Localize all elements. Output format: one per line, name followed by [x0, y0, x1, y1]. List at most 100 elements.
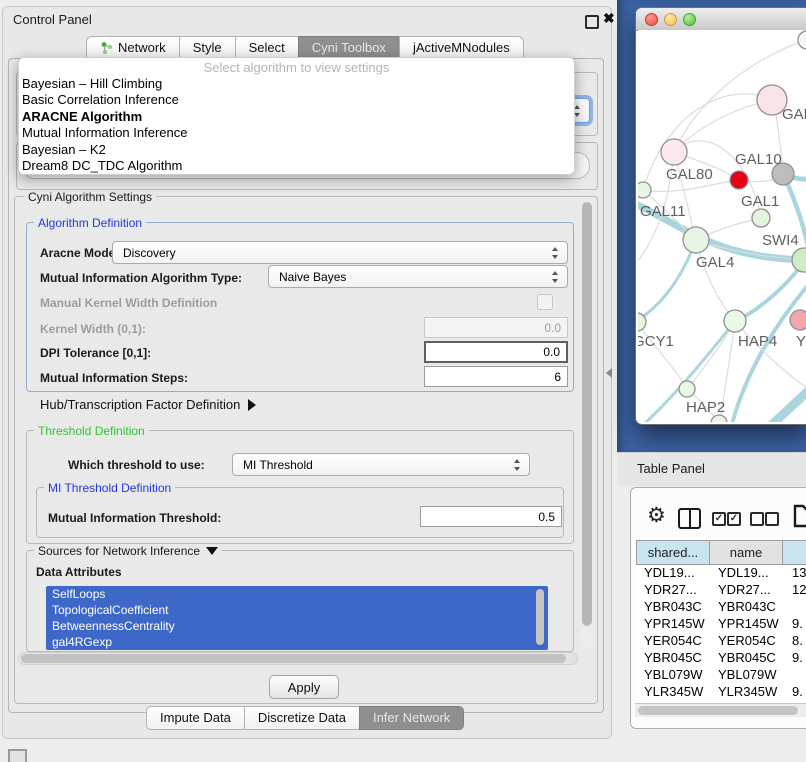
chevron-up-down-icon	[552, 247, 559, 259]
tab-style[interactable]: Style	[179, 36, 236, 59]
algorithm-option-mutual-information-inference[interactable]: Mutual Information Inference	[19, 125, 574, 141]
table-cell: YLR345W	[637, 684, 711, 701]
network-node-gal80[interactable]	[661, 139, 687, 165]
zoom-window-icon[interactable]	[683, 13, 696, 26]
table-cell: 13	[785, 565, 806, 582]
cyni-settings-title: Cyni Algorithm Settings	[24, 190, 156, 204]
tab-jactivemnodules[interactable]: jActiveMNodules	[399, 36, 524, 59]
tab-select[interactable]: Select	[235, 36, 299, 59]
page-icon[interactable]	[793, 504, 806, 533]
algorithm-option-basic-correlation-inference[interactable]: Basic Correlation Inference	[19, 92, 574, 108]
node-label-gcy1: GCY1	[638, 333, 674, 350]
table-cell: YDL19...	[711, 565, 785, 582]
deselect-all-icon-2[interactable]	[765, 512, 779, 526]
network-node-gal1[interactable]	[752, 209, 770, 227]
network-edge[interactable]	[766, 384, 806, 422]
select-all-icon-2[interactable]: ✓	[727, 512, 741, 526]
aracne-mode-label: Aracne Mode:	[40, 246, 119, 260]
network-node-gal4[interactable]	[683, 227, 709, 253]
table-toolbar: ⚙ ✓ ✓	[631, 488, 806, 536]
table-cell: YER054C	[711, 633, 785, 650]
table-row[interactable]: YER054CYER054C8.	[637, 633, 806, 650]
table-row[interactable]: YBL079WYBL079W	[637, 667, 806, 684]
table-cell: YPR145W	[637, 616, 711, 633]
table-cell: YBL079W	[711, 667, 785, 684]
settings-gear-icon[interactable]: ⚙	[647, 505, 666, 526]
attribute-item-betweennesscentrality[interactable]: BetweennessCentrality	[46, 618, 548, 634]
sources-group-toggle[interactable]: Sources for Network Inference	[34, 544, 222, 558]
algorithm-option-dream8-dc-tdc-algorithm[interactable]: Dream8 DC_TDC Algorithm	[19, 158, 574, 174]
network-window-titlebar[interactable]	[636, 8, 806, 31]
table-cell: 12	[785, 582, 806, 599]
algorithm-option-bayesian-hill-climbing[interactable]: Bayesian – Hill Climbing	[19, 76, 574, 92]
table-cell: YBR043C	[711, 599, 785, 616]
settings-v-scrollbar[interactable]	[581, 200, 594, 648]
attributes-list-scrollbar[interactable]	[536, 588, 545, 648]
table-row[interactable]: YBR045CYBR045C9.	[637, 650, 806, 667]
splitter-collapse-icon[interactable]	[606, 368, 612, 378]
deselect-all-icon[interactable]	[750, 512, 764, 526]
table-cell	[785, 599, 806, 616]
mi-steps-field[interactable]: 6	[424, 366, 568, 387]
network-edge[interactable]	[638, 240, 696, 322]
manual-kernel-checkbox[interactable]	[537, 294, 553, 310]
column-header-name[interactable]: name	[709, 540, 783, 565]
attribute-item-topologicalcoefficient[interactable]: TopologicalCoefficient	[46, 602, 548, 618]
settings-h-scrollbar[interactable]	[18, 652, 578, 665]
network-node-gal11[interactable]	[638, 182, 651, 198]
attribute-item-selfloops[interactable]: SelfLoops	[46, 586, 548, 602]
algorithm-option-bayesian-k2[interactable]: Bayesian – K2	[19, 142, 574, 158]
table-row[interactable]: YDR27...YDR27...12	[637, 582, 806, 599]
network-node-hap4[interactable]	[724, 310, 746, 332]
chevron-up-down-icon	[574, 105, 581, 117]
table-row[interactable]: YBR043CYBR043C	[637, 599, 806, 616]
float-panel-icon[interactable]	[585, 15, 599, 29]
table-cell: YLR345W	[711, 684, 785, 701]
which-threshold-select[interactable]: MI Threshold	[232, 453, 530, 476]
mi-type-label: Mutual Information Algorithm Type:	[40, 271, 242, 285]
table-cell: YDR27...	[637, 582, 711, 599]
column-header-shared[interactable]: shared...	[636, 540, 710, 565]
split-columns-icon[interactable]	[678, 508, 701, 529]
table-row[interactable]: YDL19...YDL19...13	[637, 565, 806, 582]
minimized-panel-icon[interactable]	[8, 749, 27, 762]
application-root: Control Panel ✖ NetworkStyleSelectCyni T…	[0, 0, 806, 762]
network-node-swi4[interactable]	[792, 248, 806, 272]
node-label-gal80: GAL80	[666, 166, 713, 183]
column-header-a[interactable]: A	[782, 540, 806, 565]
table-row[interactable]: YPR145WYPR145W9.	[637, 616, 806, 633]
kernel-width-field[interactable]: 0.0	[424, 317, 568, 338]
table-h-scrollbar[interactable]	[635, 703, 806, 717]
tab-network[interactable]: Network	[86, 36, 180, 59]
tab-infer-network[interactable]: Infer Network	[359, 706, 464, 730]
network-node-gal10[interactable]	[730, 171, 748, 189]
minimize-window-icon[interactable]	[664, 13, 677, 26]
dpi-tolerance-field[interactable]: 0.0	[424, 341, 568, 363]
tab-cyni-toolbox[interactable]: Cyni Toolbox	[298, 36, 400, 59]
hub-section-toggle[interactable]: Hub/Transcription Factor Definition	[40, 397, 256, 412]
node-label-gal: GAL	[782, 106, 806, 123]
network-canvas[interactable]: GALGAL80GAL10GAL11GAL1GAL4SWI4GCY1HAP4YH…	[638, 30, 806, 422]
algorithm-option-aracne-algorithm[interactable]: ARACNE Algorithm	[19, 109, 574, 125]
mi-type-select[interactable]: Naive Bayes	[268, 265, 568, 288]
mi-threshold-field[interactable]: 0.5	[420, 506, 562, 527]
network-node-y[interactable]	[790, 310, 806, 330]
tab-label: Infer Network	[373, 710, 450, 725]
attribute-item-gal4rgexp[interactable]: gal4RGexp	[46, 634, 548, 650]
aracne-mode-select[interactable]: Discovery	[112, 241, 568, 264]
tab-discretize-data[interactable]: Discretize Data	[244, 706, 360, 730]
close-window-icon[interactable]	[645, 13, 658, 26]
close-panel-icon[interactable]: ✖	[603, 10, 615, 27]
network-icon	[100, 41, 113, 55]
tab-impute-data[interactable]: Impute Data	[146, 706, 245, 730]
network-node-hap2[interactable]	[679, 381, 695, 397]
network-node[interactable]	[798, 31, 806, 49]
node-label-gal1: GAL1	[741, 193, 779, 210]
popup-items: Bayesian – Hill ClimbingBasic Correlatio…	[19, 76, 574, 174]
top-tab-bar: Network StyleSelectCyni ToolboxjActiveMNo…	[86, 36, 524, 59]
apply-button[interactable]: Apply	[269, 675, 339, 699]
tab-label: Network	[118, 40, 166, 55]
table-cell: YER054C	[637, 633, 711, 650]
select-all-icon[interactable]: ✓	[712, 512, 726, 526]
table-row[interactable]: YLR345WYLR345W9.	[637, 684, 806, 701]
